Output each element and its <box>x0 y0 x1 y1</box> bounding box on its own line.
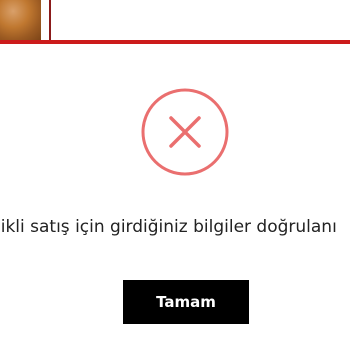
ok-button[interactable]: Tamam <box>123 280 249 324</box>
header-divider <box>49 0 51 40</box>
header-accent-line <box>0 40 350 44</box>
product-thumbnail <box>0 0 41 40</box>
screen: likli satış için girdiğiniz bilgiler doğ… <box>0 0 350 350</box>
background-header <box>0 0 350 44</box>
dialog-message-text: likli satış için girdiğiniz bilgiler doğ… <box>0 217 337 237</box>
dialog-message: likli satış için girdiğiniz bilgiler doğ… <box>0 213 350 241</box>
error-x-icon <box>141 88 229 176</box>
